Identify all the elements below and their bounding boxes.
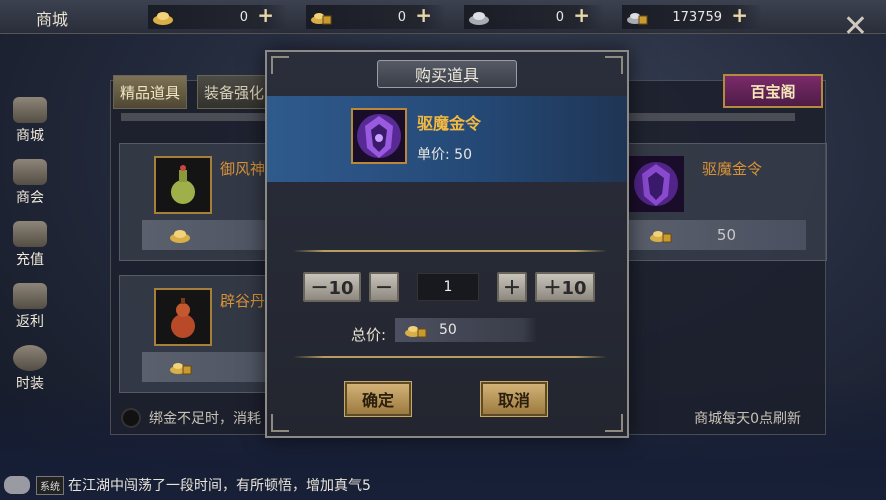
tab-equipment-enhance[interactable]: 装备强化	[197, 75, 272, 109]
currency-bound-gold: 0 +	[306, 3, 446, 29]
item-price: 50	[716, 226, 736, 244]
sidebar-item-fashion[interactable]: 时装	[0, 338, 60, 400]
dialog-item-name: 驱魔金令	[417, 114, 482, 133]
exorcism-token-icon	[351, 108, 407, 164]
divider	[293, 250, 607, 252]
treasure-pavilion-button[interactable]: 百宝阁	[723, 74, 823, 108]
chat-bubble-icon[interactable]	[4, 476, 30, 494]
bound-gold-option: 绑金不足时，消耗	[121, 408, 261, 428]
total-price-value: 50	[439, 322, 457, 338]
gourd-icon	[154, 288, 212, 346]
recharge-icon	[13, 221, 47, 247]
sidebar-item-label: 商城	[16, 128, 44, 144]
currency-gold: 0 +	[148, 3, 288, 29]
bound-gold-note: 绑金不足时，消耗	[149, 411, 261, 427]
currency-value: 0	[397, 9, 406, 25]
sidebar-item-label: 返利	[16, 314, 44, 330]
total-price-bar: 50	[395, 318, 537, 342]
sidebar: 商城 商会 充值 返利 时装	[0, 90, 60, 400]
silver-ingot-icon	[468, 9, 490, 25]
bound-gold-checkbox[interactable]	[121, 408, 141, 428]
add-silver-button[interactable]: +	[573, 3, 590, 27]
currency-value: 173759	[672, 9, 722, 25]
chat-message: 在江湖中闯荡了一段时间，有所顿悟，增加真气5	[68, 478, 371, 494]
corner-ornament	[271, 56, 289, 74]
price-bar: 50	[622, 220, 806, 250]
guild-shop-icon	[13, 159, 47, 185]
exorcism-token-icon	[628, 156, 684, 212]
sidebar-item-guild-shop[interactable]: 商会	[0, 152, 60, 214]
divider	[293, 356, 607, 358]
corner-ornament	[605, 414, 623, 432]
sidebar-item-shop[interactable]: 商城	[0, 90, 60, 152]
bound-gold-icon	[310, 9, 332, 25]
sidebar-item-label: 时装	[16, 376, 44, 392]
quantity-input[interactable]: 1	[417, 273, 479, 301]
buy-item-dialog: 购买道具 驱魔金令 单价: 50 －10 － 1 ＋ ＋10 总价: 50 确定…	[265, 50, 629, 438]
bound-gold-icon	[403, 322, 427, 338]
sidebar-item-label: 充值	[16, 252, 44, 268]
shop-item-card[interactable]: 驱魔金令 50	[621, 143, 827, 261]
rebate-icon	[13, 283, 47, 309]
currency-silver: 0 +	[464, 3, 604, 29]
top-bar: 商城 0 + 0 + 0 + 173759 + ✕	[0, 0, 886, 42]
unit-price: 单价: 50	[417, 144, 472, 164]
bound-silver-icon	[626, 9, 648, 25]
item-name: 驱魔金令	[702, 160, 763, 178]
sidebar-item-recharge[interactable]: 充值	[0, 214, 60, 276]
shop-icon	[13, 97, 47, 123]
refresh-note: 商城每天0点刷新	[694, 411, 801, 427]
shop-title: 商城	[36, 10, 69, 29]
unit-price-value: 50	[454, 147, 472, 163]
bound-gold-icon	[648, 227, 672, 243]
minus-10-button[interactable]: －10	[303, 272, 361, 302]
potion-bottle-icon	[154, 156, 212, 214]
corner-ornament	[605, 56, 623, 74]
plus-button[interactable]: ＋	[497, 272, 527, 302]
sidebar-item-rebate[interactable]: 返利	[0, 276, 60, 338]
unit-price-label: 单价:	[417, 147, 450, 163]
confirm-button[interactable]: 确定	[344, 381, 412, 417]
close-icon[interactable]: ✕	[843, 12, 868, 42]
selected-item-header: 驱魔金令 单价: 50	[267, 96, 627, 182]
add-gold-button[interactable]: +	[257, 3, 274, 27]
cancel-button[interactable]: 取消	[480, 381, 548, 417]
add-bound-gold-button[interactable]: +	[415, 3, 432, 27]
minus-button[interactable]: －	[369, 272, 399, 302]
currency-bound-silver: 173759 +	[622, 3, 762, 29]
sidebar-item-label: 商会	[16, 190, 44, 206]
system-tag: 系统	[36, 475, 64, 495]
item-name: 辟谷丹	[220, 292, 266, 310]
chat-line[interactable]: 系统 在江湖中闯荡了一段时间，有所顿悟，增加真气5	[4, 474, 371, 496]
plus-10-button[interactable]: ＋10	[535, 272, 595, 302]
gold-ingot-icon	[152, 9, 174, 25]
dialog-title: 购买道具	[377, 60, 517, 88]
item-name: 御风神	[220, 160, 266, 178]
tab-premium-items[interactable]: 精品道具	[113, 75, 188, 109]
currency-value: 0	[239, 9, 248, 25]
fashion-icon	[13, 345, 47, 371]
add-bound-silver-button[interactable]: +	[731, 3, 748, 27]
currency-value: 0	[555, 9, 564, 25]
total-price-label: 总价:	[351, 326, 387, 344]
corner-ornament	[271, 414, 289, 432]
bound-gold-icon	[168, 359, 192, 375]
gold-ingot-icon	[168, 227, 192, 243]
